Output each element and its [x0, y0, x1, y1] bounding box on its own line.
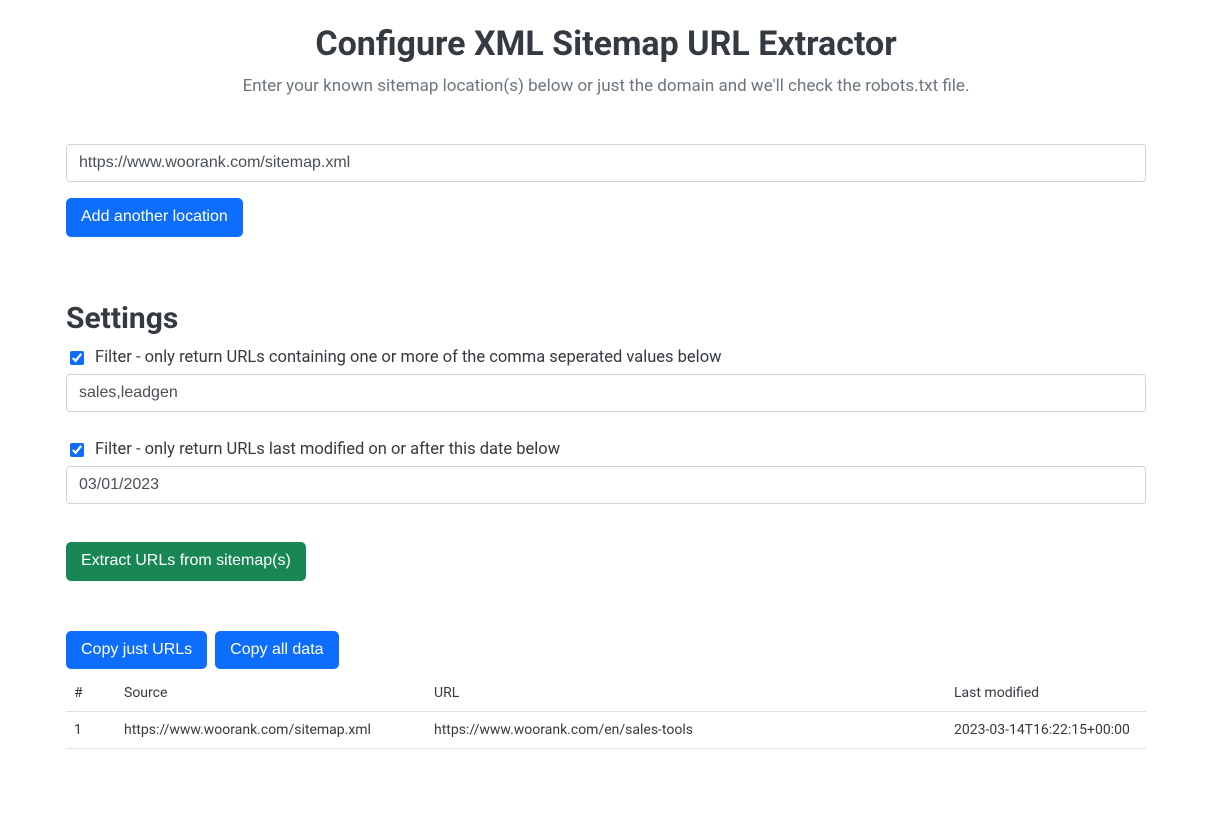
filter-date-input[interactable] — [66, 466, 1146, 504]
page-title: Configure XML Sitemap URL Extractor — [66, 24, 1146, 64]
cell-url: https://www.woorank.com/en/sales-tools — [426, 712, 946, 749]
page-subtitle: Enter your known sitemap location(s) bel… — [66, 76, 1146, 96]
col-header-modified: Last modified — [946, 675, 1146, 712]
filter-date-block: Filter - only return URLs last modified … — [66, 440, 1146, 504]
sitemap-location-input[interactable] — [66, 144, 1146, 182]
cell-number: 1 — [66, 712, 116, 749]
sitemap-location-section: Add another location — [66, 144, 1146, 237]
settings-heading: Settings — [66, 301, 1146, 336]
extract-button[interactable]: Extract URLs from sitemap(s) — [66, 542, 306, 581]
copy-urls-button[interactable]: Copy just URLs — [66, 631, 207, 670]
filter-date-label: Filter - only return URLs last modified … — [95, 440, 560, 459]
copy-all-button[interactable]: Copy all data — [215, 631, 338, 670]
filter-contains-checkbox[interactable] — [70, 351, 84, 365]
col-header-url: URL — [426, 675, 946, 712]
table-row: 1https://www.woorank.com/sitemap.xmlhttp… — [66, 712, 1146, 749]
col-header-number: # — [66, 675, 116, 712]
filter-contains-label: Filter - only return URLs containing one… — [95, 348, 722, 367]
filter-contains-block: Filter - only return URLs containing one… — [66, 348, 1146, 412]
filter-contains-input[interactable] — [66, 374, 1146, 412]
cell-modified: 2023-03-14T16:22:15+00:00 — [946, 712, 1146, 749]
add-location-button[interactable]: Add another location — [66, 198, 243, 237]
cell-source: https://www.woorank.com/sitemap.xml — [116, 712, 426, 749]
filter-date-checkbox[interactable] — [70, 443, 84, 457]
results-table: # Source URL Last modified 1https://www.… — [66, 675, 1146, 749]
col-header-source: Source — [116, 675, 426, 712]
